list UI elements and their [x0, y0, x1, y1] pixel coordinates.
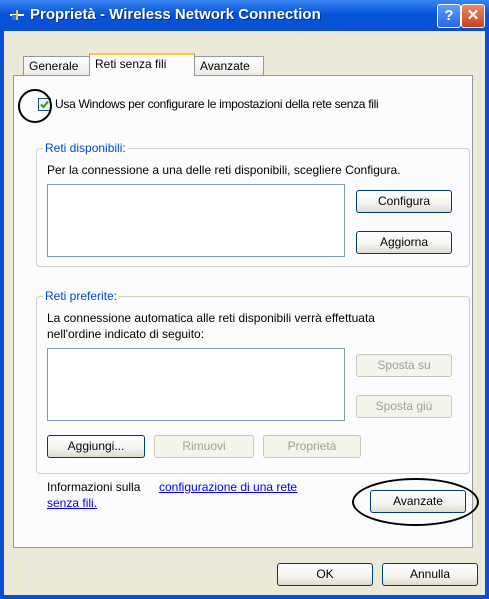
help-button[interactable]: ?	[437, 4, 461, 28]
properties-dialog: Proprietà - Wireless Network Connection …	[0, 0, 489, 599]
window-title: Proprietà - Wireless Network Connection	[30, 6, 321, 23]
move-up-button[interactable]: Sposta su	[356, 354, 452, 377]
wireless-config-link-line1[interactable]: configurazione di una rete	[159, 480, 297, 494]
preferred-networks-list[interactable]	[47, 348, 345, 421]
close-button[interactable]: ✕	[461, 4, 485, 28]
advanced-button[interactable]: Avanzate	[370, 490, 466, 513]
use-windows-label[interactable]: Usa Windows per configurare le impostazi…	[55, 97, 379, 111]
tab-general[interactable]: Generale	[23, 56, 91, 76]
available-networks-list[interactable]	[47, 184, 345, 257]
available-networks-legend: Reti disponibili:	[43, 141, 128, 155]
add-button[interactable]: Aggiungi...	[47, 435, 145, 458]
checkmark-icon	[40, 100, 49, 109]
network-connection-icon	[10, 10, 24, 20]
tab-wireless-networks[interactable]: Reti senza fili	[89, 53, 195, 76]
wireless-config-link-line2[interactable]: senza fili.	[47, 496, 97, 510]
use-windows-checkbox[interactable]	[38, 98, 51, 111]
preferred-description-line2: nell'ordine indicato di seguito:	[47, 327, 205, 341]
available-networks-description: Per la connessione a una delle reti disp…	[47, 163, 401, 177]
tab-advanced[interactable]: Avanzate	[194, 56, 264, 76]
remove-button[interactable]: Rimuovi	[154, 435, 254, 458]
preferred-networks-legend: Reti preferite:	[43, 289, 120, 303]
info-text: Informazioni sulla	[47, 480, 141, 494]
title-bar[interactable]: Proprietà - Wireless Network Connection …	[0, 0, 489, 31]
move-down-button[interactable]: Sposta giù	[356, 395, 452, 418]
ok-button[interactable]: OK	[277, 563, 373, 586]
preferred-description-line1: La connessione automatica alle reti disp…	[47, 311, 375, 325]
refresh-button[interactable]: Aggiorna	[356, 231, 452, 254]
properties-button[interactable]: Proprietà	[263, 435, 361, 458]
configure-button[interactable]: Configura	[356, 190, 452, 213]
cancel-button[interactable]: Annulla	[382, 563, 478, 586]
